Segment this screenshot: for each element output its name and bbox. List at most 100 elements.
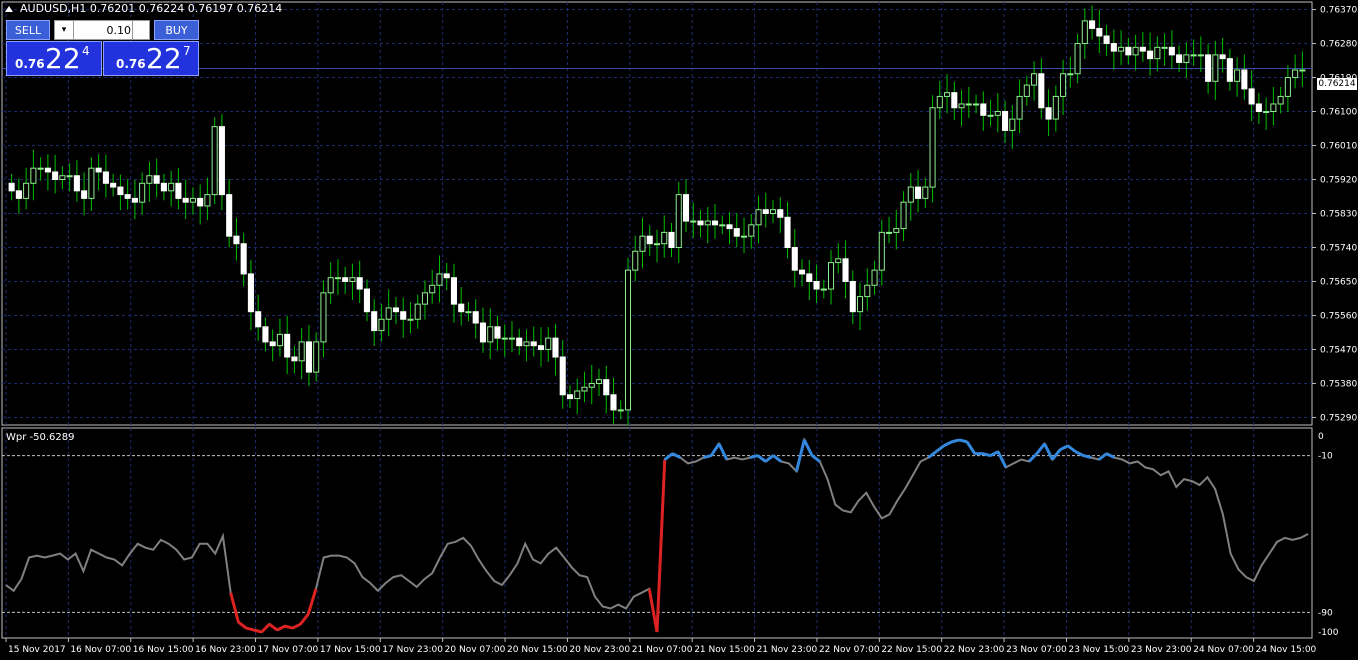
wpr-extreme-segment: [749, 454, 759, 460]
time-tick-label: 23 Nov 15:00: [1068, 645, 1129, 655]
bear-candle: [1147, 50, 1154, 60]
wpr-extreme-segment: [996, 451, 1008, 469]
bull-candle: [588, 382, 595, 388]
bull-candle: [1016, 95, 1023, 120]
bull-candle: [349, 277, 356, 282]
wpr-extreme-segment: [1043, 443, 1054, 461]
bull-candle: [1277, 95, 1284, 105]
bull-candle: [378, 318, 385, 332]
bear-candle: [110, 182, 117, 188]
bull-candle: [298, 341, 305, 362]
wpr-extreme-segment: [260, 623, 271, 634]
price-tick-label: 0.76010: [1320, 142, 1357, 152]
bear-candle: [479, 322, 487, 343]
bull-candle: [965, 103, 972, 106]
bear-candle: [291, 356, 298, 362]
bear-candle: [1125, 46, 1132, 56]
price-tick-label: 0.75830: [1320, 210, 1357, 220]
bear-candle: [668, 231, 675, 248]
bull-candle: [958, 103, 965, 109]
bull-candle: [1132, 46, 1139, 56]
bear-candle: [610, 394, 617, 411]
bull-candle: [1067, 73, 1074, 76]
lot-size-field[interactable]: ▾ 0.10: [54, 20, 150, 40]
bear-candle: [1255, 103, 1262, 113]
wpr-tick-label: -10: [1318, 452, 1333, 462]
bear-candle: [733, 228, 740, 237]
bear-candle: [726, 224, 733, 230]
bear-candle: [233, 235, 240, 245]
bear-candle: [102, 171, 109, 184]
wpr-extreme-segment: [253, 628, 263, 634]
wpr-extreme-segment: [1059, 444, 1069, 452]
bear-candle: [52, 171, 59, 181]
bear-candle: [784, 216, 791, 248]
bear-candle: [980, 103, 987, 116]
sell-price-sup: 4: [82, 44, 90, 58]
time-tick-label: 22 Nov 23:00: [944, 645, 1005, 655]
bear-candle: [849, 280, 856, 313]
wpr-extreme-segment: [717, 443, 729, 461]
bull-candle: [835, 258, 842, 264]
time-tick-label: 16 Nov 07:00: [70, 645, 131, 655]
bull-candle: [1299, 69, 1306, 72]
wpr-extreme-segment: [268, 622, 279, 632]
time-tick-label: 23 Nov 07:00: [1006, 645, 1067, 655]
bull-candle: [523, 341, 530, 347]
sell-price-box[interactable]: 0.76 22 4: [6, 41, 102, 76]
bear-candle: [1089, 20, 1096, 29]
price-chart[interactable]: 0.763700.762800.761900.761000.760100.759…: [0, 0, 1358, 660]
price-tick-label: 0.75470: [1320, 345, 1357, 355]
bear-candle: [516, 337, 523, 347]
lot-decrease-icon[interactable]: ▾: [55, 21, 74, 39]
wpr-extreme-segment: [943, 440, 953, 448]
time-tick-label: 22 Nov 15:00: [881, 645, 942, 655]
bull-candle: [37, 167, 44, 170]
bear-candle: [537, 345, 545, 350]
bull-candle: [211, 126, 218, 196]
bull-candle: [994, 111, 1001, 116]
chart-title: AUDUSD,H1 0.76201 0.76224 0.76197 0.7621…: [20, 2, 283, 15]
wpr-extreme-segment: [1035, 442, 1046, 455]
sell-button[interactable]: SELL: [6, 20, 50, 40]
bull-candle: [632, 250, 639, 271]
bear-candle: [1226, 58, 1233, 82]
bull-candle: [675, 194, 682, 248]
bear-candle: [1139, 46, 1146, 52]
bear-candle: [182, 197, 189, 203]
bull-candle: [936, 95, 943, 109]
buy-price-big: 22: [146, 42, 182, 75]
price-tick-label: 0.76100: [1320, 108, 1357, 118]
bull-candle: [146, 175, 153, 184]
wpr-extreme-segment: [1097, 452, 1108, 461]
time-tick-label: 15 Nov 2017: [8, 645, 66, 655]
bull-candle: [1009, 118, 1016, 131]
bear-candle: [284, 333, 291, 358]
bear-candle: [443, 273, 450, 279]
bull-candle: [313, 341, 320, 373]
bull-candle: [545, 337, 552, 350]
bear-candle: [1002, 111, 1009, 131]
bear-candle: [131, 197, 138, 203]
time-tick-label: 21 Nov 07:00: [632, 645, 693, 655]
bull-candle: [886, 231, 893, 234]
bull-candle: [871, 269, 878, 286]
bull-candle: [690, 220, 697, 223]
buy-button[interactable]: BUY: [154, 20, 199, 40]
bull-candle: [661, 231, 668, 245]
bull-candle: [907, 186, 914, 203]
bear-candle: [44, 167, 51, 173]
bear-candle: [806, 273, 813, 282]
time-tick-label: 20 Nov 15:00: [507, 645, 568, 655]
bull-candle: [88, 167, 95, 199]
bear-candle: [1096, 27, 1103, 37]
bull-candle: [973, 103, 980, 106]
bull-candle: [407, 318, 414, 321]
bull-candle: [168, 182, 175, 192]
bear-candle: [8, 182, 15, 192]
bull-candle: [1190, 54, 1197, 57]
bull-candle: [1023, 84, 1030, 97]
buy-price-box[interactable]: 0.76 22 7: [103, 41, 199, 76]
lot-increase-icon[interactable]: [132, 21, 149, 39]
bull-candle: [944, 92, 951, 97]
